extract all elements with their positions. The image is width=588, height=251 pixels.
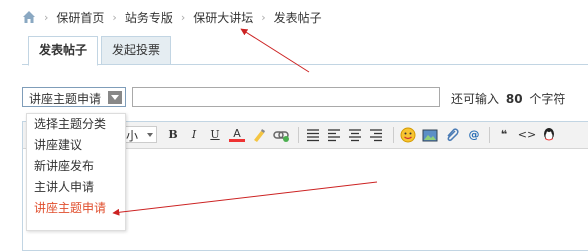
emoji-icon[interactable] xyxy=(400,127,416,143)
italic-button[interactable]: I xyxy=(186,127,202,143)
category-dropdown: 选择主题分类 讲座建议 新讲座发布 主讲人申请 讲座主题申请 xyxy=(26,113,126,231)
align-right-icon[interactable] xyxy=(368,127,384,143)
chevron-down-icon[interactable] xyxy=(108,91,122,104)
bold-button[interactable]: B xyxy=(165,127,181,143)
toolbar-divider xyxy=(298,127,299,143)
tab-bar: 发表帖子 发起投票 xyxy=(22,34,588,66)
chevron-down-icon xyxy=(147,133,153,137)
category-option-selected[interactable]: 讲座主题申请 xyxy=(27,198,125,219)
breadcrumb: › 保研首页 › 站务专版 › 保研大讲坛 › 发表帖子 xyxy=(22,8,322,26)
char-counter: 还可输入 80 个字符 xyxy=(451,90,565,107)
chevron-right-icon: › xyxy=(44,10,49,24)
link-icon[interactable] xyxy=(273,127,289,143)
category-option[interactable]: 讲座建议 xyxy=(27,135,125,156)
toolbar-divider xyxy=(489,127,490,143)
breadcrumb-link-home[interactable]: 保研首页 xyxy=(56,9,104,26)
mention-button[interactable]: @ xyxy=(466,127,482,143)
subject-input[interactable] xyxy=(132,87,440,107)
home-icon[interactable] xyxy=(22,10,36,24)
chevron-right-icon: › xyxy=(180,10,186,24)
align-center-icon[interactable] xyxy=(347,127,363,143)
category-option[interactable]: 主讲人申请 xyxy=(27,177,125,198)
char-counter-value: 80 xyxy=(505,92,523,106)
code-button[interactable]: <> xyxy=(517,127,537,143)
image-icon[interactable] xyxy=(422,127,438,143)
category-option[interactable]: 选择主题分类 xyxy=(27,114,125,135)
toolbar-divider xyxy=(393,127,394,143)
font-size-select[interactable]: 小 xyxy=(121,126,157,143)
category-select[interactable]: 讲座主题申请 xyxy=(22,87,126,107)
font-color-button[interactable]: A xyxy=(229,127,245,142)
breadcrumb-current: 发表帖子 xyxy=(273,10,322,25)
attachment-icon[interactable] xyxy=(444,127,460,143)
char-counter-suffix: 个字符 xyxy=(529,92,566,106)
underline-button[interactable]: U xyxy=(207,127,223,143)
quote-button[interactable]: ❝ xyxy=(496,127,512,143)
category-select-value: 讲座主题申请 xyxy=(29,92,102,106)
breadcrumb-link-forum-section[interactable]: 站务专版 xyxy=(125,9,173,26)
breadcrumb-link-board[interactable]: 保研大讲坛 xyxy=(193,9,253,26)
tab-new-post[interactable]: 发表帖子 xyxy=(28,36,99,66)
chevron-right-icon: › xyxy=(112,10,117,24)
highlight-icon[interactable] xyxy=(251,127,267,143)
category-option[interactable]: 新讲座发布 xyxy=(27,156,125,177)
qq-icon[interactable] xyxy=(541,127,557,143)
tab-new-poll[interactable]: 发起投票 xyxy=(101,36,172,65)
font-size-value: 小 xyxy=(126,129,139,143)
char-counter-prefix: 还可输入 xyxy=(451,92,500,106)
align-justify-icon[interactable] xyxy=(305,127,321,143)
align-left-icon[interactable] xyxy=(326,127,342,143)
chevron-right-icon: › xyxy=(261,10,266,24)
